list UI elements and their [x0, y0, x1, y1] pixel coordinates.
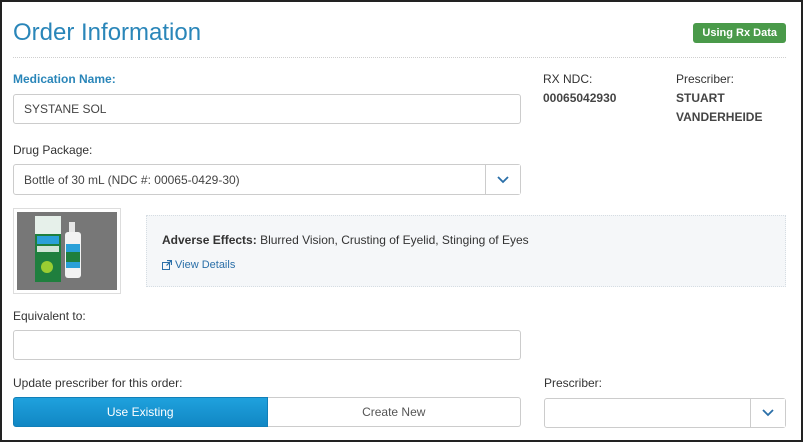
prescriber-select[interactable] [544, 398, 786, 428]
drug-package-label: Drug Package: [13, 143, 93, 157]
update-prescriber-toggle: Use Existing Create New [13, 397, 521, 427]
chevron-down-icon [762, 409, 774, 417]
prescriber-first-name: STUART [676, 91, 725, 105]
prescriber-select-value [545, 399, 750, 427]
adverse-effects-list: Blurred Vision, Crusting of Eyelid, Stin… [260, 233, 529, 247]
external-link-icon [162, 260, 172, 270]
drug-package-value: Bottle of 30 mL (NDC #: 00065-0429-30) [24, 172, 240, 187]
rx-ndc-label: RX NDC: [543, 72, 593, 86]
equivalent-to-label: Equivalent to: [13, 309, 86, 323]
drug-package-select[interactable]: Bottle of 30 mL (NDC #: 00065-0429-30) [13, 164, 521, 195]
prescriber-info-label: Prescriber: [676, 72, 735, 86]
product-image [13, 208, 121, 294]
medication-name-label: Medication Name: [13, 72, 116, 86]
adverse-effects-label: Adverse Effects: [162, 233, 257, 247]
create-new-button[interactable]: Create New [267, 397, 521, 427]
product-photo [17, 212, 117, 290]
equivalent-to-input[interactable] [13, 330, 521, 360]
prescriber-dropdown-button[interactable] [750, 399, 785, 427]
rx-ndc-value: 00065042930 [543, 91, 617, 105]
prescriber-last-name: VANDERHEIDE [676, 110, 763, 124]
title-divider [13, 57, 786, 58]
medication-name-value: SYSTANE SOL [24, 102, 107, 116]
rx-data-badge: Using Rx Data [693, 23, 786, 43]
medication-name-input[interactable]: SYSTANE SOL [13, 94, 521, 124]
update-prescriber-label: Update prescriber for this order: [13, 376, 183, 390]
page-title: Order Information [13, 19, 202, 46]
adverse-effects-panel: Adverse Effects: Blurred Vision, Crustin… [146, 215, 786, 287]
adverse-effects-text: Adverse Effects: Blurred Vision, Crustin… [162, 233, 529, 247]
view-details-label: View Details [175, 259, 236, 271]
order-information-panel: Order Information Using Rx Data Medicati… [0, 0, 803, 442]
chevron-down-icon [497, 175, 509, 183]
use-existing-button[interactable]: Use Existing [13, 397, 268, 427]
prescriber-select-label: Prescriber: [544, 376, 603, 390]
drug-package-dropdown-button[interactable] [485, 165, 520, 194]
view-details-link[interactable]: View Details [162, 259, 235, 271]
product-box-illustration [17, 212, 117, 290]
